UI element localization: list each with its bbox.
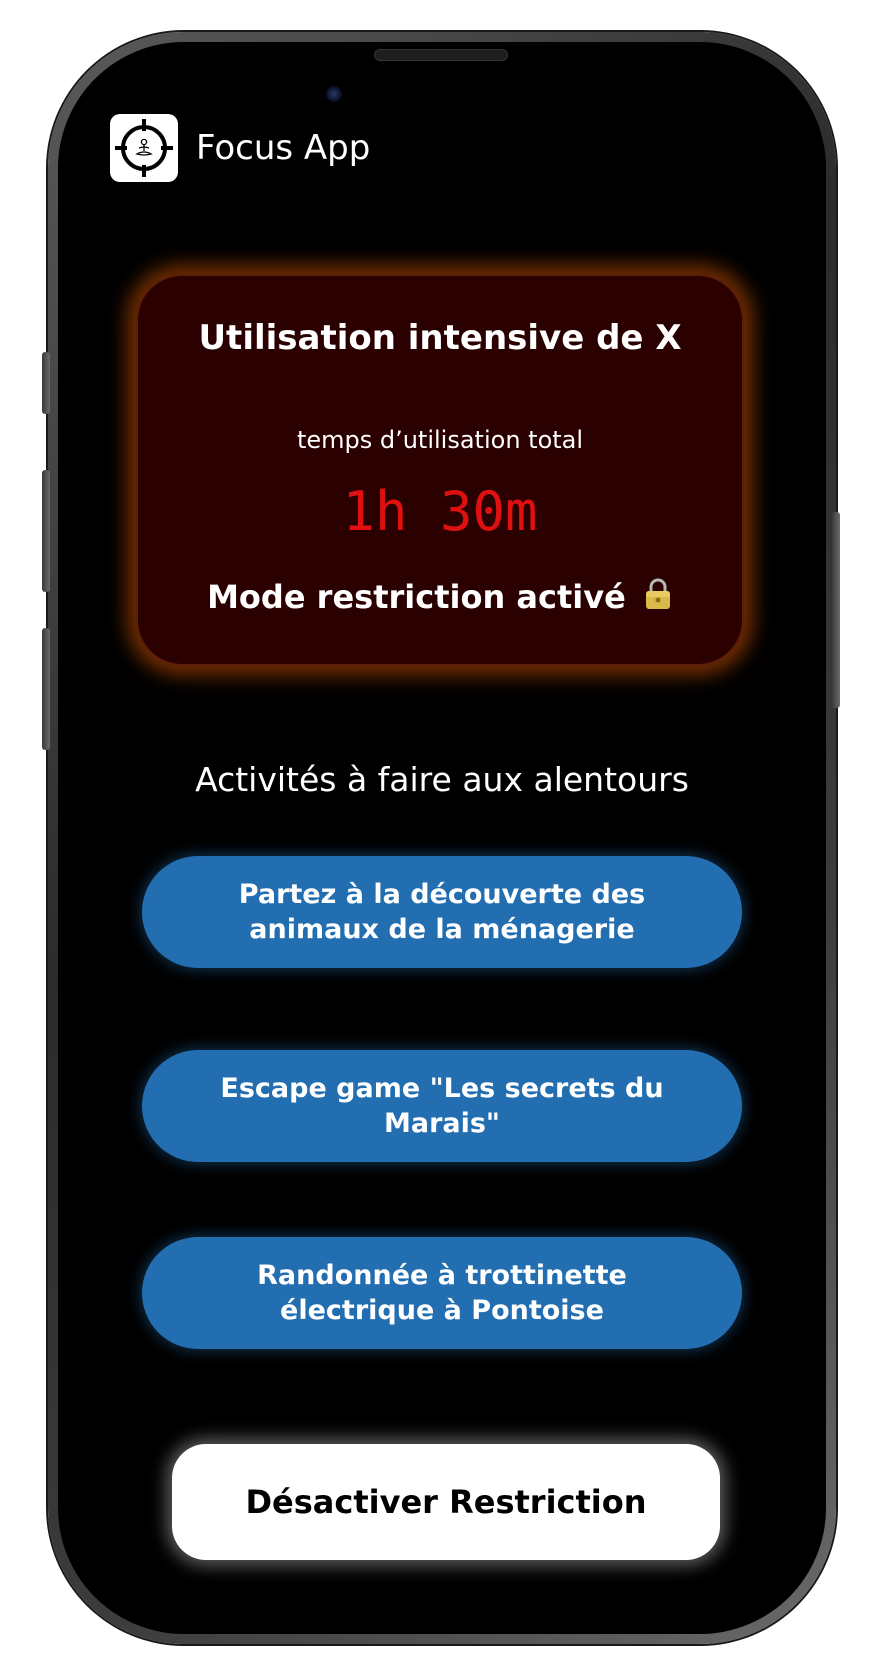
crosshair-meditation-icon: [110, 114, 178, 182]
disable-restriction-button[interactable]: Désactiver Restriction: [172, 1444, 720, 1560]
activities-section-title: Activités à faire aux alentours: [195, 760, 689, 799]
usage-time-value: 1h 30m: [342, 480, 538, 543]
activity-button-scooter-ride[interactable]: Randonnée à trottinette électrique à Pon…: [142, 1237, 742, 1349]
disable-restriction-label: Désactiver Restriction: [245, 1483, 647, 1521]
activity-button-label: Escape game "Les secrets du Marais": [220, 1073, 664, 1139]
app-title: Focus App: [196, 128, 371, 168]
volume-down-button: [42, 628, 50, 750]
silent-switch: [42, 352, 50, 414]
usage-label: temps d’utilisation total: [296, 426, 584, 454]
restriction-status: Mode restriction activé: [136, 578, 744, 618]
volume-up-button: [42, 470, 50, 592]
restriction-status-text: Mode restriction activé: [207, 578, 626, 616]
power-button: [832, 512, 840, 708]
usage-alert-card: Utilisation intensive de X temps d’utili…: [136, 274, 744, 666]
activity-button-label: Partez à la découverte des animaux de la…: [238, 879, 646, 945]
lock-icon: [643, 578, 673, 618]
activity-button-escape-game[interactable]: Escape game "Les secrets du Marais": [142, 1050, 742, 1162]
activity-button-label: Randonnée à trottinette électrique à Pon…: [257, 1260, 627, 1326]
front-camera: [326, 86, 342, 102]
app-header: Focus App: [110, 114, 370, 182]
activity-button-menagerie[interactable]: Partez à la découverte des animaux de la…: [142, 856, 742, 968]
alert-title: Utilisation intensive de X: [198, 318, 682, 358]
earpiece-speaker: [374, 49, 508, 61]
